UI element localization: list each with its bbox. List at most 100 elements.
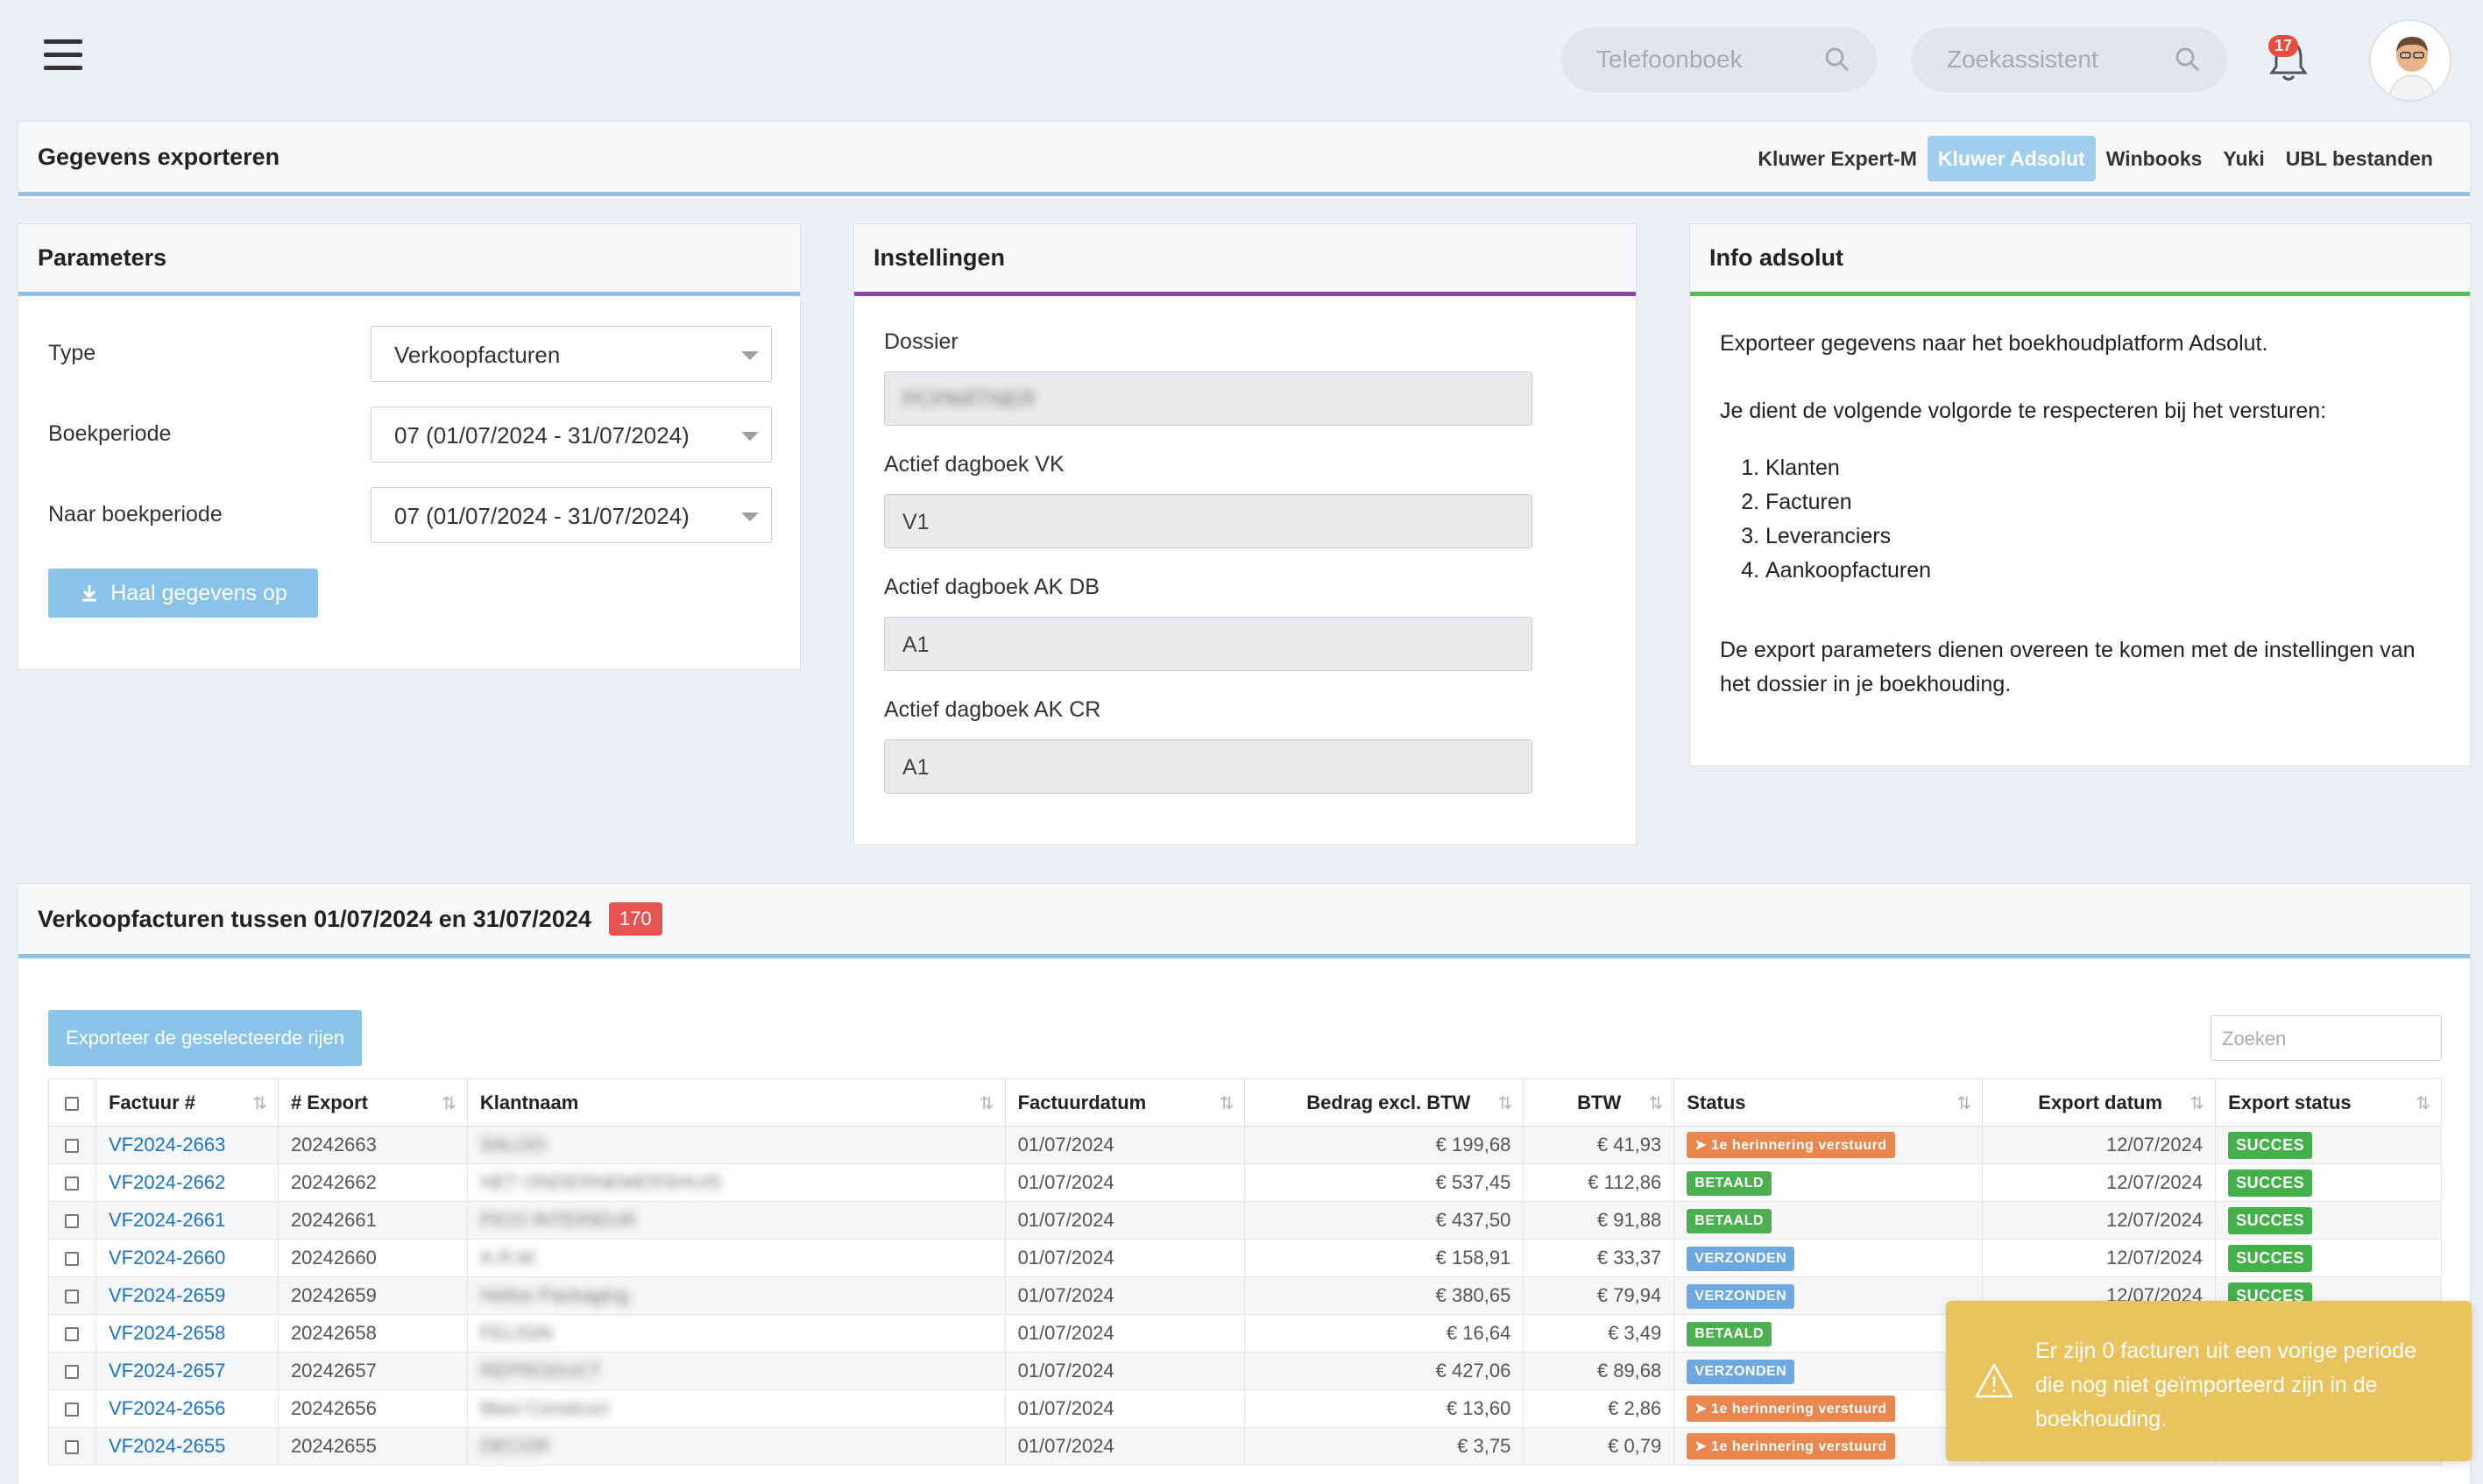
amount-cell: € 537,45 xyxy=(1244,1163,1524,1202)
client-cell: Maxi Construct xyxy=(466,1389,1006,1428)
row-checkbox[interactable] xyxy=(65,1177,80,1191)
tab-yuki[interactable]: Yuki xyxy=(2212,136,2274,181)
status-label: VERZONDEN xyxy=(1694,1289,1787,1304)
tab-winbooks[interactable]: Winbooks xyxy=(2096,136,2213,181)
fetch-data-button[interactable]: Haal gegevens op xyxy=(48,569,318,618)
sort-icon[interactable]: ⇅ xyxy=(2189,1092,2204,1114)
sort-icon[interactable]: ⇅ xyxy=(980,1092,994,1114)
user-avatar[interactable] xyxy=(2369,19,2451,102)
tab-ubl-bestanden[interactable]: UBL bestanden xyxy=(2275,136,2444,181)
invoice-cell[interactable]: VF2024-2662 xyxy=(95,1163,279,1202)
col-export-status[interactable]: Export status ⇅ xyxy=(2215,1078,2442,1127)
warning-toast[interactable]: Er zijn 0 facturen uit een vorige period… xyxy=(1946,1301,2472,1461)
sort-icon[interactable]: ⇅ xyxy=(1498,1092,1513,1114)
tab-kluwer-adsolut[interactable]: Kluwer Adsolut xyxy=(1927,136,2096,181)
invoice-link[interactable]: VF2024-2658 xyxy=(109,1322,225,1344)
arrow-right-icon: ➤ xyxy=(1694,1439,1712,1454)
invoice-link[interactable]: VF2024-2662 xyxy=(109,1171,225,1193)
invoice-link[interactable]: VF2024-2661 xyxy=(109,1209,225,1231)
invoice-link[interactable]: VF2024-2655 xyxy=(109,1435,225,1457)
row-checkbox-cell[interactable] xyxy=(48,1126,96,1164)
export-header-panel: Gegevens exporteren Kluwer Expert-M Kluw… xyxy=(18,121,2471,200)
row-checkbox-cell[interactable] xyxy=(48,1201,96,1240)
row-checkbox[interactable] xyxy=(65,1290,80,1304)
row-checkbox-cell[interactable] xyxy=(48,1314,96,1353)
phonebook-search-input[interactable]: Telefoonboek xyxy=(1561,27,1877,92)
invoice-cell[interactable]: VF2024-2657 xyxy=(95,1352,279,1390)
sort-icon[interactable]: ⇅ xyxy=(2416,1092,2430,1114)
row-checkbox[interactable] xyxy=(65,1365,80,1380)
table-header-row: Factuur # ⇅ # Export ⇅ Klantnaam ⇅ Factuurd… xyxy=(48,1078,2442,1127)
sort-icon[interactable]: ⇅ xyxy=(1956,1092,1971,1114)
invoice-cell[interactable]: VF2024-2655 xyxy=(95,1427,279,1466)
export-selected-button[interactable]: Exporteer de geselecteerde rijen xyxy=(48,1010,362,1066)
table-search-input[interactable]: Zoeken xyxy=(2211,1015,2442,1061)
select-all-checkbox-cell[interactable] xyxy=(48,1078,96,1127)
invoice-link[interactable]: VF2024-2657 xyxy=(109,1360,225,1382)
row-checkbox[interactable] xyxy=(65,1327,80,1342)
invoice-link[interactable]: VF2024-2656 xyxy=(109,1397,225,1419)
row-checkbox[interactable] xyxy=(65,1403,80,1417)
invoice-cell[interactable]: VF2024-2658 xyxy=(95,1314,279,1353)
invoice-link[interactable]: VF2024-2660 xyxy=(109,1247,225,1268)
sort-icon[interactable]: ⇅ xyxy=(442,1092,456,1114)
invoice-link[interactable]: VF2024-2659 xyxy=(109,1284,225,1306)
status-cell: VERZONDEN xyxy=(1673,1352,1984,1390)
row-checkbox[interactable] xyxy=(65,1440,80,1455)
table-row[interactable]: VF2024-2660 20242660 A.R.M. 01/07/2024 € 158… xyxy=(48,1239,2442,1277)
row-checkbox[interactable] xyxy=(65,1139,80,1154)
to-period-select[interactable]: 07 (01/07/2024 - 31/07/2024) xyxy=(371,487,772,543)
assistant-search-input[interactable]: Zoekassistent xyxy=(1912,27,2227,92)
period-select[interactable]: 07 (01/07/2024 - 31/07/2024) xyxy=(371,406,772,463)
col-export-date[interactable]: Export datum ⇅ xyxy=(1982,1078,2217,1127)
export-number-cell: 20242662 xyxy=(277,1163,468,1202)
row-checkbox-cell[interactable] xyxy=(48,1276,96,1315)
row-checkbox-cell[interactable] xyxy=(48,1239,96,1277)
invoice-cell[interactable]: VF2024-2659 xyxy=(95,1276,279,1315)
export-number-cell: 20242663 xyxy=(277,1126,468,1164)
sort-icon[interactable]: ⇅ xyxy=(1220,1092,1234,1114)
invoice-date-cell: 01/07/2024 xyxy=(1004,1163,1246,1202)
row-checkbox[interactable] xyxy=(65,1252,80,1267)
info-line-3: De export parameters dienen overeen te k… xyxy=(1720,638,2416,696)
table-row[interactable]: VF2024-2663 20242663 SALOO 01/07/2024 € 199,… xyxy=(48,1126,2442,1164)
row-checkbox[interactable] xyxy=(65,1214,80,1229)
table-row[interactable]: VF2024-2662 20242662 HET ONDERNEMERSHUIS 01… xyxy=(48,1163,2442,1202)
row-checkbox-cell[interactable] xyxy=(48,1352,96,1390)
export-status-cell: SUCCES xyxy=(2215,1126,2442,1164)
col-client[interactable]: Klantnaam ⇅ xyxy=(466,1078,1006,1127)
invoice-cell[interactable]: VF2024-2660 xyxy=(95,1239,279,1277)
export-date-cell: 12/07/2024 xyxy=(1982,1201,2217,1240)
col-vat[interactable]: BTW ⇅ xyxy=(1523,1078,1675,1127)
invoice-cell[interactable]: VF2024-2656 xyxy=(95,1389,279,1428)
info-step: Aankoopfacturen xyxy=(1765,554,2447,588)
hamburger-menu-icon[interactable] xyxy=(44,39,82,74)
amount-cell: € 158,91 xyxy=(1244,1239,1524,1277)
col-amount[interactable]: Bedrag excl. BTW ⇅ xyxy=(1244,1078,1524,1127)
col-invoice[interactable]: Factuur # ⇅ xyxy=(95,1078,279,1127)
table-row[interactable]: VF2024-2661 20242661 PICO INTERIEUR 01/07/2… xyxy=(48,1201,2442,1240)
status-badge: BETAALD xyxy=(1687,1322,1772,1346)
sort-icon[interactable]: ⇅ xyxy=(1649,1092,1664,1114)
tab-kluwer-expert-m[interactable]: Kluwer Expert-M xyxy=(1747,136,1927,181)
row-checkbox-cell[interactable] xyxy=(48,1163,96,1202)
client-name: SALOO xyxy=(479,1134,547,1155)
select-all-checkbox[interactable] xyxy=(65,1096,80,1111)
ak-db-journal-field: A1 xyxy=(884,617,1532,671)
col-invoice-date[interactable]: Factuurdatum ⇅ xyxy=(1004,1078,1246,1127)
type-select[interactable]: Verkoopfacturen xyxy=(371,326,772,382)
sort-icon[interactable]: ⇅ xyxy=(252,1092,267,1114)
toast-message: Er zijn 0 facturen uit een vorige period… xyxy=(2035,1339,2416,1431)
col-status[interactable]: Status ⇅ xyxy=(1673,1078,1984,1127)
invoice-cell[interactable]: VF2024-2661 xyxy=(95,1201,279,1240)
col-export[interactable]: # Export ⇅ xyxy=(277,1078,468,1127)
row-checkbox-cell[interactable] xyxy=(48,1389,96,1428)
invoice-cell[interactable]: VF2024-2663 xyxy=(95,1126,279,1164)
status-badge: VERZONDEN xyxy=(1687,1360,1795,1384)
top-bar: Telefoonboek Zoekassistent 17 xyxy=(0,0,2483,118)
invoice-link[interactable]: VF2024-2663 xyxy=(109,1134,225,1155)
search-icon xyxy=(2175,47,2200,72)
vat-cell: € 79,94 xyxy=(1523,1276,1675,1315)
status-label: BETAALD xyxy=(1694,1176,1765,1191)
row-checkbox-cell[interactable] xyxy=(48,1427,96,1466)
